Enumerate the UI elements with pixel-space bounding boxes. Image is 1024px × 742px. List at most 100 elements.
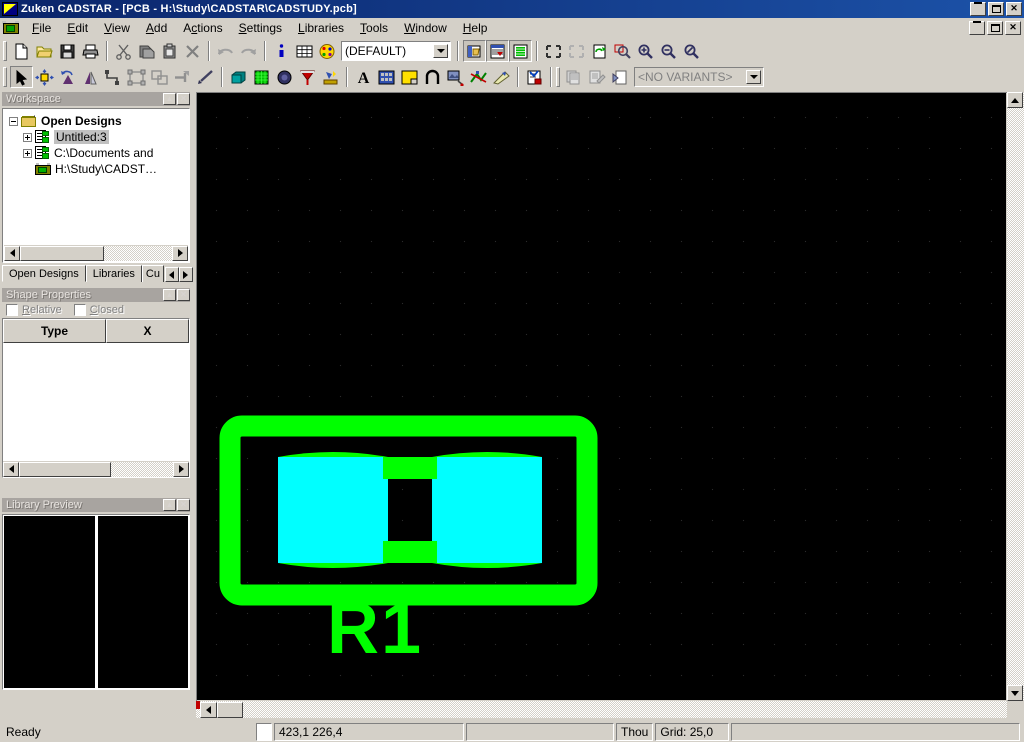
grid-table-icon[interactable] (293, 40, 316, 62)
scroll-left-button[interactable] (3, 461, 19, 477)
workspace-close-button[interactable]: ✕ (177, 93, 190, 105)
toolbar-grip[interactable] (3, 67, 7, 87)
zoom-window-icon[interactable] (611, 40, 634, 62)
menu-libraries[interactable]: Libraries (290, 19, 352, 37)
menu-tools[interactable]: Tools (352, 19, 396, 37)
column-header-type[interactable]: Type (3, 319, 106, 343)
layers-icon[interactable] (463, 40, 486, 62)
rotate-icon[interactable] (56, 66, 79, 88)
scroll-left-button[interactable] (200, 701, 217, 718)
library-preview-close-button[interactable]: ✕ (177, 499, 190, 511)
tree-node-cadstudy[interactable]: H:\Study\CADST… (9, 161, 189, 177)
toolbar-grip[interactable] (556, 67, 560, 87)
scroll-track[interactable] (104, 245, 172, 261)
menu-file[interactable]: File (24, 19, 59, 37)
canvas-hscrollbar[interactable] (196, 701, 1007, 718)
scroll-right-button[interactable] (172, 245, 188, 261)
teardrop-icon[interactable] (490, 66, 513, 88)
relative-checkbox[interactable] (6, 303, 18, 316)
toolbar-grip[interactable] (3, 41, 7, 61)
menu-help[interactable]: Help (455, 19, 496, 37)
add-figure-icon[interactable] (444, 66, 467, 88)
new-document-icon[interactable] (10, 40, 33, 62)
expander-minus-icon[interactable] (9, 116, 18, 126)
scroll-thumb[interactable] (19, 461, 111, 477)
change-shape-icon[interactable] (102, 66, 125, 88)
colors-palette-icon[interactable] (316, 40, 339, 62)
workspace-hscrollbar[interactable] (4, 245, 188, 261)
library-preview-right-view[interactable] (97, 516, 188, 688)
shape-properties-pin-button[interactable]: ▲ (163, 289, 176, 301)
minimize-button[interactable] (970, 2, 986, 16)
menu-view[interactable]: View (96, 19, 138, 37)
sheets-icon[interactable] (486, 40, 509, 62)
tree-node-documents[interactable]: C:\Documents and (9, 145, 189, 161)
tree-node-open-designs[interactable]: Open Designs (9, 113, 189, 129)
paste-clipboard-icon[interactable] (158, 40, 181, 62)
variant-edit-icon[interactable] (586, 66, 609, 88)
expander-plus-icon[interactable] (23, 148, 32, 158)
save-disk-icon[interactable] (56, 40, 79, 62)
tab-scroll-left-button[interactable] (164, 267, 179, 282)
workspace-pin-button[interactable]: ▲ (163, 93, 176, 105)
canvas-vscrollbar[interactable] (1007, 92, 1024, 701)
scroll-right-button[interactable] (173, 461, 189, 477)
variant-select[interactable]: <NO VARIANTS> (634, 67, 764, 87)
drc-check-icon[interactable] (523, 66, 546, 88)
pcb-canvas[interactable]: R1 R1 (197, 93, 1006, 700)
copy-icon[interactable] (135, 40, 158, 62)
zoom-in-icon[interactable] (634, 40, 657, 62)
group-icon[interactable] (125, 66, 148, 88)
move-item-icon[interactable] (33, 66, 56, 88)
menu-edit[interactable]: Edit (59, 19, 96, 37)
tab-cu[interactable]: Cu (141, 265, 164, 282)
tab-scroll-right-button[interactable] (178, 267, 193, 282)
align-right-icon[interactable] (171, 66, 194, 88)
add-pad-icon[interactable] (250, 66, 273, 88)
scroll-thumb[interactable] (20, 245, 104, 261)
mdi-restore-button[interactable] (987, 20, 1003, 35)
library-preview-pin-button[interactable]: ▲ (163, 499, 176, 511)
add-text-icon[interactable]: A (352, 66, 375, 88)
scroll-thumb[interactable] (217, 701, 243, 718)
restore-button[interactable] (988, 2, 1004, 16)
mirror-icon[interactable] (79, 66, 102, 88)
chevron-down-icon[interactable] (746, 70, 761, 84)
route-icon[interactable] (467, 66, 490, 88)
redo-arrow-icon[interactable] (237, 40, 260, 62)
select-arrow-icon[interactable] (10, 66, 33, 88)
mdi-close-button[interactable]: ✕ (1005, 20, 1021, 35)
chevron-down-icon[interactable] (433, 44, 448, 58)
variant-assign-icon[interactable] (609, 66, 632, 88)
add-copper-icon[interactable] (296, 66, 319, 88)
zoom-out-icon[interactable] (657, 40, 680, 62)
scroll-track[interactable] (111, 461, 173, 477)
measure-icon[interactable] (194, 66, 217, 88)
closed-checkbox[interactable] (73, 303, 86, 316)
net-colours-icon[interactable] (509, 40, 532, 62)
add-component-icon[interactable] (227, 66, 250, 88)
zoom-redraw-icon[interactable] (565, 40, 588, 62)
add-template-icon[interactable] (319, 66, 342, 88)
ungroup-icon[interactable] (148, 66, 171, 88)
tree-node-untitled[interactable]: Untitled:3 (9, 129, 189, 145)
layer-select[interactable]: (DEFAULT) (341, 41, 451, 61)
undo-arrow-icon[interactable] (214, 40, 237, 62)
close-button[interactable]: ✕ (1006, 2, 1022, 16)
tab-open-designs[interactable]: Open Designs (2, 265, 86, 282)
scroll-down-button[interactable] (1007, 685, 1023, 701)
info-icon[interactable] (270, 40, 293, 62)
menu-settings[interactable]: Settings (231, 19, 290, 37)
column-header-x[interactable]: X (106, 319, 189, 343)
refresh-icon[interactable] (588, 40, 611, 62)
menu-actions[interactable]: Actions (175, 19, 230, 37)
open-folder-icon[interactable] (33, 40, 56, 62)
scroll-up-button[interactable] (1007, 92, 1023, 108)
add-area-icon[interactable] (398, 66, 421, 88)
expander-plus-icon[interactable] (23, 132, 32, 142)
shape-properties-close-button[interactable]: ✕ (177, 289, 190, 301)
delete-cross-icon[interactable] (181, 40, 204, 62)
shape-properties-hscrollbar[interactable] (3, 461, 189, 477)
add-dimension-icon[interactable] (421, 66, 444, 88)
print-icon[interactable] (79, 40, 102, 62)
